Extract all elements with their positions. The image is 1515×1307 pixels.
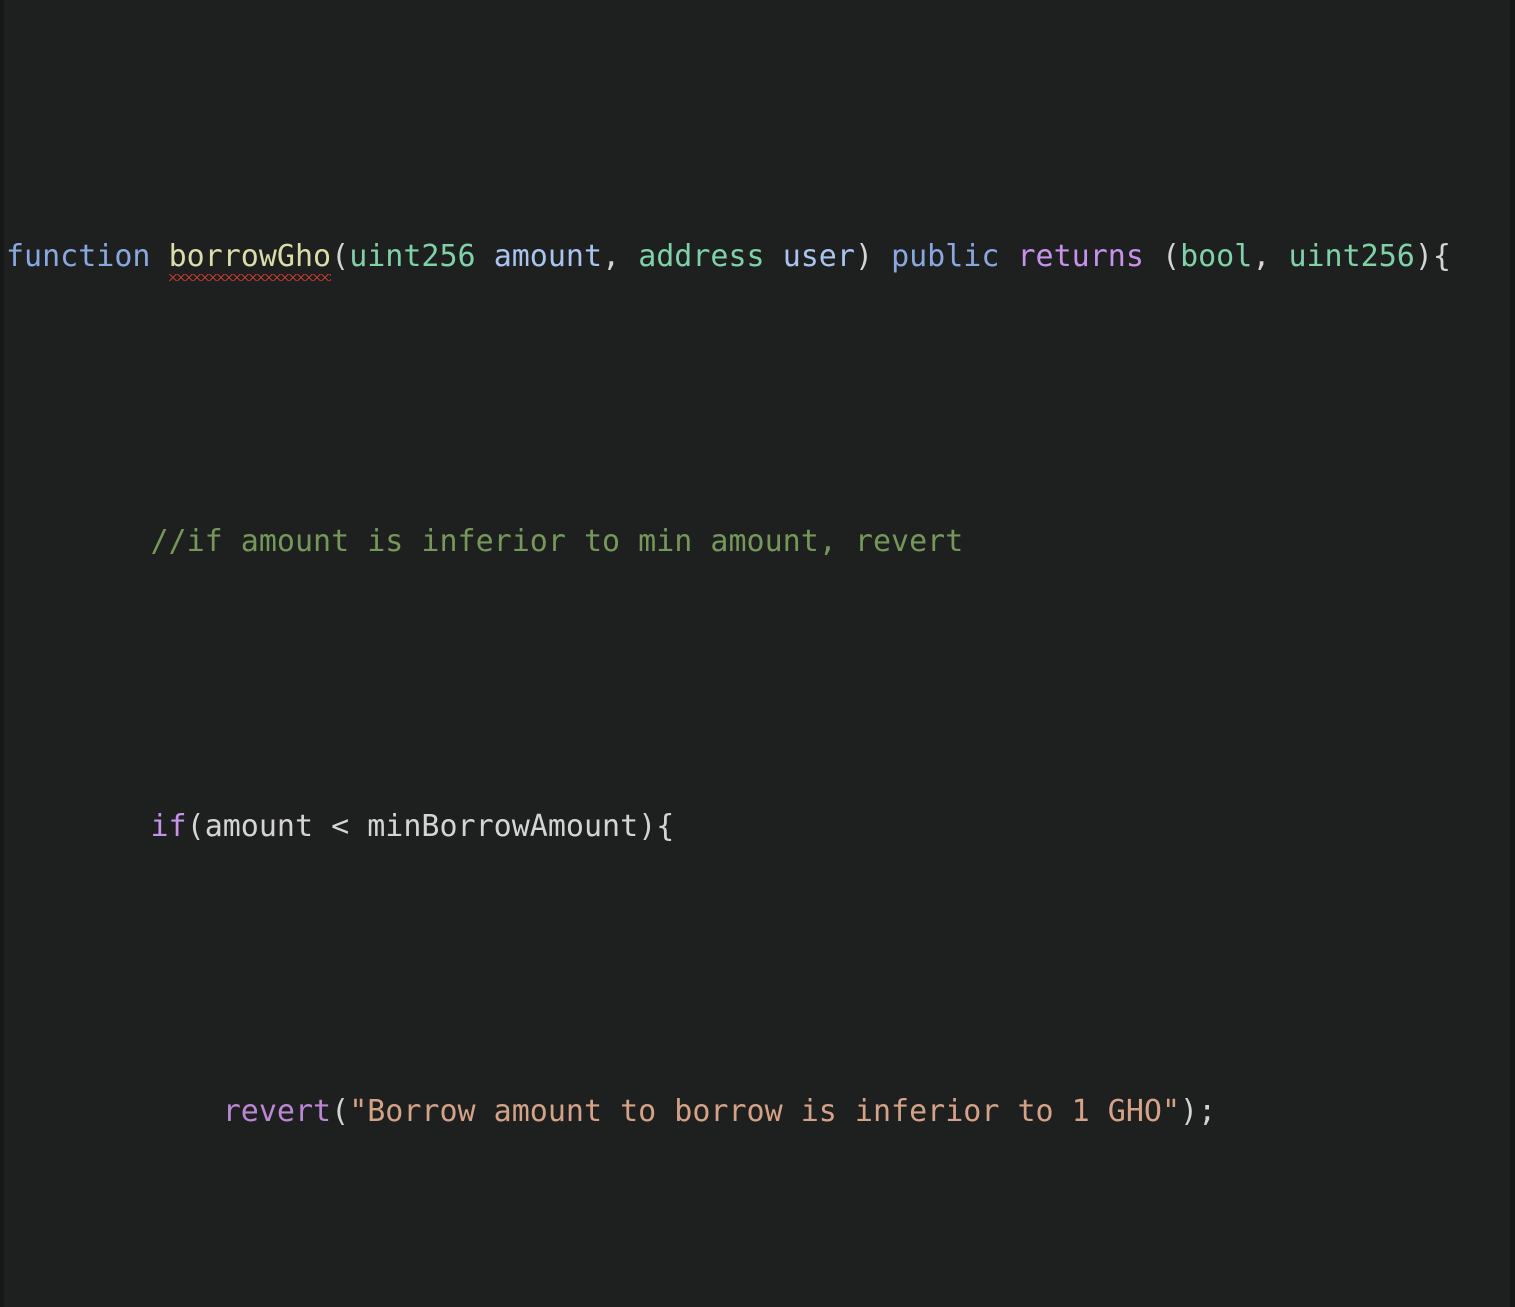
identifier-minborrowamount: minBorrowAmount [367,809,639,844]
code-line[interactable]: revert("Borrow amount to borrow is infer… [0,1083,1515,1140]
keyword-function: function [6,239,151,274]
identifier-amount: amount [204,809,314,844]
comment-min-amount: //if amount is inferior to min amount, r… [150,524,964,559]
code-line[interactable]: function borrowGho(uint256 amount, addre… [0,228,1515,285]
type-address: address [638,239,765,274]
code-line[interactable]: if(amount < minBorrowAmount){ [0,798,1515,855]
type-uint256-return: uint256 [1288,239,1415,274]
editor-left-gutter [0,0,4,1307]
param-amount: amount [493,239,603,274]
string-literal-min-borrow: "Borrow amount to borrow is inferior to … [349,1094,1181,1129]
type-uint256: uint256 [349,239,476,274]
code-line[interactable]: //if amount is inferior to min amount, r… [0,513,1515,570]
code-content-area[interactable]: function borrowGho(uint256 amount, addre… [0,0,1515,1307]
type-bool: bool [1180,239,1253,274]
keyword-if: if [150,809,187,844]
function-name-borrowgho: borrowGho [168,239,332,281]
keyword-revert: revert [222,1094,332,1129]
keyword-returns: returns [1017,239,1144,274]
param-user: user [782,239,855,274]
editor-right-gutter [1510,0,1515,1307]
code-editor-viewport: function borrowGho(uint256 amount, addre… [0,0,1515,1307]
keyword-public: public [891,239,1000,274]
